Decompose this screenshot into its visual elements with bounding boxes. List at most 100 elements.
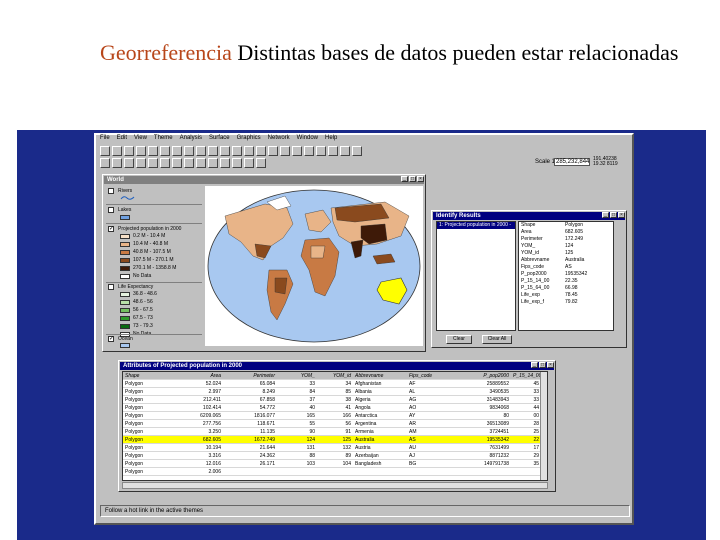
draw-tool-icon[interactable] bbox=[208, 158, 218, 168]
world-map-image[interactable] bbox=[205, 186, 423, 346]
identify-title[interactable]: Identify Results bbox=[433, 212, 625, 220]
layout-icon[interactable] bbox=[292, 146, 302, 156]
menu-analysis[interactable]: Analysis bbox=[180, 135, 202, 145]
table-cell: 2.006 bbox=[208, 469, 221, 475]
zoom-in-icon[interactable] bbox=[220, 146, 230, 156]
zoom-out-icon[interactable] bbox=[232, 146, 242, 156]
save-icon[interactable] bbox=[100, 146, 110, 156]
table-icon[interactable] bbox=[268, 146, 278, 156]
pointer-tool-icon[interactable] bbox=[112, 158, 122, 168]
world-title[interactable]: World bbox=[104, 176, 424, 184]
column-header[interactable]: P_pop2000 bbox=[457, 372, 511, 379]
table-row[interactable]: Polygon 212.411 67.858 37 38 Algeria AG 3148394… bbox=[123, 396, 547, 404]
table-row[interactable]: Polygon 2.006 bbox=[123, 468, 547, 476]
pan-tool-icon[interactable] bbox=[160, 158, 170, 168]
table-row[interactable]: Polygon 12.016 26.171 103 104 Bangladesh BG 149… bbox=[123, 460, 547, 468]
label-tool-icon[interactable] bbox=[220, 158, 230, 168]
edit-icon[interactable] bbox=[196, 146, 206, 156]
help-icon[interactable] bbox=[352, 146, 362, 156]
column-header[interactable]: Abbrevname bbox=[353, 372, 407, 379]
table-row[interactable]: Polygon 3.250 11.135 90 91 Armenia AM 3724451 25 bbox=[123, 428, 547, 436]
minimize-button[interactable]: _ bbox=[531, 362, 538, 368]
grid-icon[interactable] bbox=[328, 146, 338, 156]
point-tool-icon[interactable] bbox=[256, 158, 266, 168]
menu-surface[interactable]: Surface bbox=[209, 135, 230, 145]
legend-icon[interactable] bbox=[184, 146, 194, 156]
attributes-window[interactable]: Attributes of Projected population in 20… bbox=[118, 360, 556, 492]
line-tool-icon[interactable] bbox=[244, 158, 254, 168]
lakes-checkbox[interactable] bbox=[108, 207, 114, 213]
clear-all-button[interactable]: Clear All bbox=[482, 335, 512, 344]
table-row[interactable]: Polygon 277.756 118.671 55 56 Argentina AR 3651… bbox=[123, 420, 547, 428]
find-icon[interactable] bbox=[208, 146, 218, 156]
table-row[interactable]: Polygon 2.997 8.249 84 85 Albania AL 3490535 33 bbox=[123, 388, 547, 396]
area-tool-icon[interactable] bbox=[232, 158, 242, 168]
table-cell: 102.414 bbox=[202, 405, 221, 411]
table-row[interactable]: Polygon 3.316 24.362 88 89 Azerbaijan AJ 887123… bbox=[123, 452, 547, 460]
zoom-extent-icon[interactable] bbox=[244, 146, 254, 156]
table-horizontal-scrollbar[interactable] bbox=[122, 482, 548, 489]
attributes-title[interactable]: Attributes of Projected population in 20… bbox=[120, 362, 554, 370]
hotlink-tool-icon[interactable] bbox=[184, 158, 194, 168]
table-header[interactable]: Shape Area Perimeter YOM_ YOM_id Abbrevname Fi… bbox=[123, 372, 547, 380]
table-row[interactable]: Polygon 6209.065 1816.077 165 166 Antarctica A… bbox=[123, 412, 547, 420]
measure-tool-icon[interactable] bbox=[172, 158, 182, 168]
column-header[interactable]: YOM_id bbox=[317, 372, 353, 379]
column-header[interactable]: Perimeter bbox=[223, 372, 277, 379]
select-icon[interactable] bbox=[304, 146, 314, 156]
add-theme-icon[interactable] bbox=[160, 146, 170, 156]
home-icon[interactable] bbox=[316, 146, 326, 156]
column-header[interactable]: P_15_14_00 bbox=[511, 372, 541, 379]
zoom-theme-icon[interactable] bbox=[256, 146, 266, 156]
minimize-button[interactable]: _ bbox=[602, 212, 609, 218]
table-row-selected[interactable]: Polygon 682.605 1672.749 124 125 Australia AS 1… bbox=[123, 436, 547, 444]
menu-help[interactable]: Help bbox=[325, 135, 337, 145]
copy-icon[interactable] bbox=[124, 146, 134, 156]
clear-icon[interactable] bbox=[340, 146, 350, 156]
column-header[interactable]: Shape bbox=[123, 372, 171, 379]
identify-cell: Perimeter bbox=[521, 236, 543, 242]
menu-file[interactable]: File bbox=[100, 135, 110, 145]
maximize-button[interactable]: □ bbox=[610, 212, 617, 218]
menu-window[interactable]: Window bbox=[297, 135, 318, 145]
cut-icon[interactable] bbox=[112, 146, 122, 156]
remove-theme-icon[interactable] bbox=[172, 146, 182, 156]
clear-button[interactable]: Clear bbox=[446, 335, 472, 344]
ocean-checkbox[interactable]: ✓ bbox=[108, 336, 114, 342]
menu-graphics[interactable]: Graphics bbox=[237, 135, 261, 145]
column-header[interactable]: Fips_code bbox=[407, 372, 457, 379]
attribute-table[interactable]: Shape Area Perimeter YOM_ YOM_id Abbrevname Fi… bbox=[122, 371, 548, 481]
text-tool-icon[interactable] bbox=[196, 158, 206, 168]
identify-tool-icon[interactable] bbox=[100, 158, 110, 168]
table-row[interactable]: Polygon 10.194 21.644 131 132 Austria AU 763149… bbox=[123, 444, 547, 452]
life-expectancy-checkbox[interactable] bbox=[108, 284, 114, 290]
menu-view[interactable]: View bbox=[134, 135, 147, 145]
close-button[interactable]: × bbox=[547, 362, 554, 368]
undo-icon[interactable] bbox=[148, 146, 158, 156]
paste-icon[interactable] bbox=[136, 146, 146, 156]
table-row[interactable]: Polygon 102.414 54.772 40 41 Angola AO 9834068 4… bbox=[123, 404, 547, 412]
maximize-button[interactable]: □ bbox=[539, 362, 546, 368]
table-vertical-scrollbar[interactable] bbox=[540, 372, 547, 480]
identify-selected-item[interactable]: 1: Projected population in 2000 - bbox=[437, 222, 515, 229]
close-button[interactable]: × bbox=[417, 176, 424, 182]
column-header[interactable]: Area bbox=[171, 372, 223, 379]
maximize-button[interactable]: □ bbox=[409, 176, 416, 182]
column-header[interactable]: YOM_ bbox=[277, 372, 317, 379]
minimize-button[interactable]: _ bbox=[401, 176, 408, 182]
identify-feature-list[interactable]: 1: Projected population in 2000 - bbox=[436, 221, 516, 331]
chart-icon[interactable] bbox=[280, 146, 290, 156]
close-button[interactable]: × bbox=[618, 212, 625, 218]
rivers-checkbox[interactable] bbox=[108, 188, 114, 194]
vertex-tool-icon[interactable] bbox=[124, 158, 134, 168]
scale-input[interactable]: 285,232,844 bbox=[554, 158, 590, 166]
zoom-in-tool-icon[interactable] bbox=[136, 158, 146, 168]
projected-population-checkbox[interactable]: ✓ bbox=[108, 226, 114, 232]
menu-edit[interactable]: Edit bbox=[117, 135, 127, 145]
zoom-out-tool-icon[interactable] bbox=[148, 158, 158, 168]
identify-results-window[interactable]: Identify Results _ □ × 1: Projected popu… bbox=[431, 210, 627, 348]
world-map[interactable] bbox=[205, 186, 423, 346]
menu-network[interactable]: Network bbox=[268, 135, 290, 145]
table-row[interactable]: Polygon 52.024 65.084 33 34 Afghanistan AF 2588… bbox=[123, 380, 547, 388]
menu-theme[interactable]: Theme bbox=[154, 135, 173, 145]
